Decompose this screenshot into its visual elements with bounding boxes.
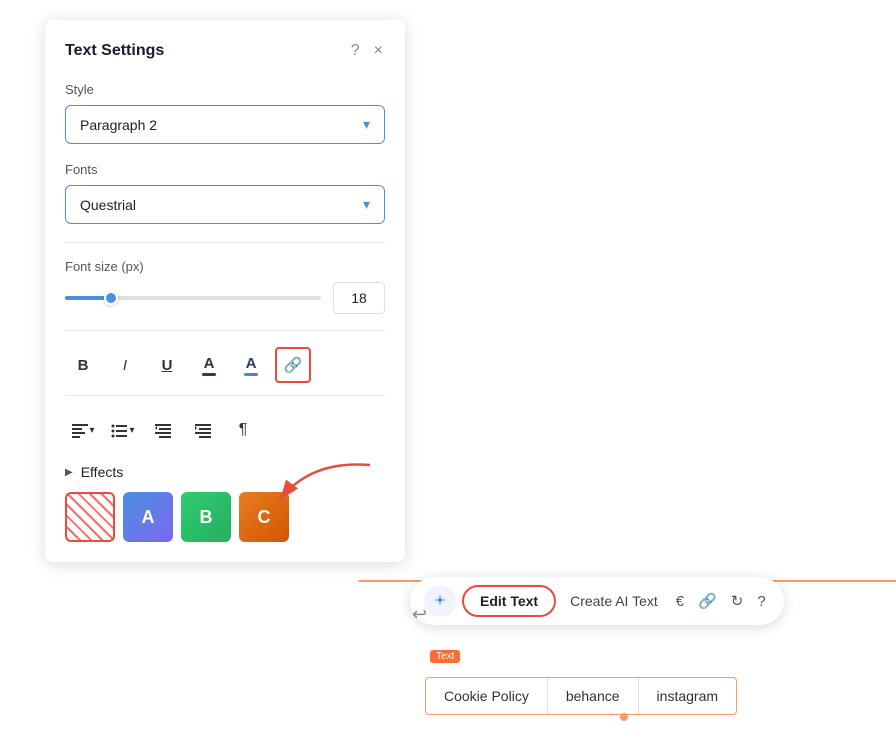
font-size-label: Font size (px) bbox=[65, 259, 385, 274]
effects-section: ▶ Effects A B C bbox=[65, 464, 385, 542]
decrease-indent-icon bbox=[154, 421, 172, 439]
slider-thumb bbox=[104, 291, 118, 305]
color-dot bbox=[202, 373, 216, 376]
close-button[interactable]: × bbox=[372, 40, 385, 62]
help-button[interactable]: ? bbox=[349, 40, 362, 62]
divider-1 bbox=[65, 242, 385, 243]
effect-a[interactable]: A bbox=[123, 492, 173, 542]
text-highlight-icon: A bbox=[244, 355, 258, 376]
divider-2 bbox=[65, 330, 385, 331]
undo-button[interactable]: ↩ bbox=[412, 604, 427, 625]
list-chevron: ▾ bbox=[129, 425, 134, 436]
text-highlight-button[interactable]: A bbox=[233, 347, 269, 383]
toolbar-extra-icons: € 🔗 ↻ ? bbox=[672, 588, 770, 614]
alignment-toolbar: ▾ ▾ bbox=[65, 412, 385, 448]
footer-nav-instagram[interactable]: instagram bbox=[639, 678, 736, 714]
footer-navigation: Cookie Policy behance instagram bbox=[425, 677, 737, 715]
effects-label: Effects bbox=[81, 464, 124, 480]
effect-none[interactable] bbox=[65, 492, 115, 542]
paragraph-icon: ¶ bbox=[239, 421, 248, 439]
currency-icon-button[interactable]: € bbox=[672, 589, 688, 614]
text-type-badge: Text bbox=[430, 650, 460, 663]
list-icon bbox=[111, 421, 129, 439]
font-size-section: Font size (px) bbox=[65, 259, 385, 314]
style-value: Paragraph 2 bbox=[80, 117, 157, 133]
link2-icon-button[interactable]: 🔗 bbox=[694, 588, 721, 614]
panel-header-icons: ? × bbox=[349, 40, 385, 62]
effect-b[interactable]: B bbox=[181, 492, 231, 542]
create-ai-text-button[interactable]: Create AI Text bbox=[562, 587, 666, 615]
effects-arrow-icon: ▶ bbox=[65, 467, 73, 478]
text-settings-panel: Text Settings ? × Style Paragraph 2 ▾ Fo… bbox=[45, 20, 405, 562]
help2-button[interactable]: ? bbox=[753, 589, 769, 614]
text-color-button[interactable]: A bbox=[191, 347, 227, 383]
bottom-toolbar: Edit Text Create AI Text € 🔗 ↻ ? bbox=[410, 577, 784, 625]
formatting-toolbar: B I U A A 🔗 bbox=[65, 347, 385, 396]
sparkle-button[interactable] bbox=[424, 585, 456, 617]
underline-button[interactable]: U bbox=[149, 347, 185, 383]
footer-nav-behance[interactable]: behance bbox=[548, 678, 639, 714]
chevron-down-icon-fonts: ▾ bbox=[363, 196, 370, 213]
paragraph-button[interactable]: ¶ bbox=[225, 412, 261, 448]
panel-header: Text Settings ? × bbox=[65, 40, 385, 62]
chevron-down-icon: ▾ bbox=[363, 116, 370, 133]
italic-button[interactable]: I bbox=[107, 347, 143, 383]
align-chevron: ▾ bbox=[89, 425, 94, 436]
edit-text-button[interactable]: Edit Text bbox=[462, 585, 556, 617]
list-button[interactable]: ▾ bbox=[105, 412, 141, 448]
panel-title: Text Settings bbox=[65, 42, 164, 60]
rotate-icon-button[interactable]: ↻ bbox=[727, 588, 748, 614]
footer-nav-cookie-policy[interactable]: Cookie Policy bbox=[426, 678, 548, 714]
fonts-label: Fonts bbox=[65, 162, 385, 177]
increase-indent-icon bbox=[194, 421, 212, 439]
sparkle-icon bbox=[432, 593, 448, 609]
text-color-icon: A bbox=[202, 355, 216, 376]
font-size-input[interactable] bbox=[333, 282, 385, 314]
align-left-icon bbox=[71, 421, 89, 439]
effect-c[interactable]: C bbox=[239, 492, 289, 542]
link-button[interactable]: 🔗 bbox=[275, 347, 311, 383]
footer-anchor-dot bbox=[620, 713, 628, 721]
align-left-button[interactable]: ▾ bbox=[65, 412, 101, 448]
font-value: Questrial bbox=[80, 197, 136, 213]
bold-button[interactable]: B bbox=[65, 347, 101, 383]
font-size-row bbox=[65, 282, 385, 314]
style-label: Style bbox=[65, 82, 385, 97]
highlight-dot bbox=[244, 373, 258, 376]
font-size-slider[interactable] bbox=[65, 296, 321, 300]
style-dropdown[interactable]: Paragraph 2 ▾ bbox=[65, 105, 385, 144]
fonts-dropdown[interactable]: Questrial ▾ bbox=[65, 185, 385, 224]
increase-indent-button[interactable] bbox=[185, 412, 221, 448]
effects-header[interactable]: ▶ Effects bbox=[65, 464, 385, 480]
effects-preview: A B C bbox=[65, 492, 385, 542]
decrease-indent-button[interactable] bbox=[145, 412, 181, 448]
